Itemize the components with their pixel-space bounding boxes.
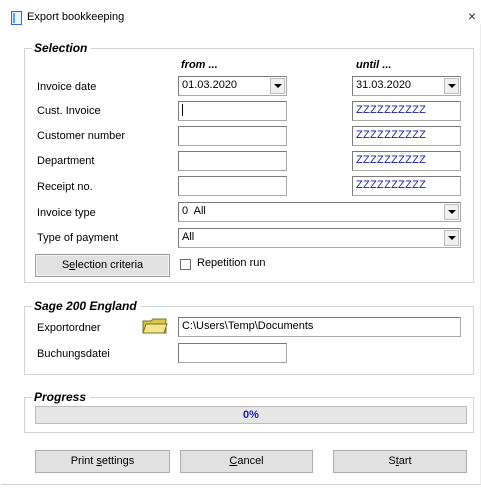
customer-number-label: Customer number xyxy=(37,130,126,142)
export-folder-label: Exportordner xyxy=(37,322,101,334)
invoice-date-until-combo[interactable]: 31.03.2020 xyxy=(352,76,461,96)
cancel-text-2: ancel xyxy=(237,455,264,467)
invoice-date-from-value: 01.03.2020 xyxy=(182,79,238,91)
invoice-type-label: Invoice type xyxy=(37,207,96,219)
booking-file-input[interactable] xyxy=(178,343,287,363)
selection-legend: Selection xyxy=(32,41,92,55)
department-from-input[interactable] xyxy=(178,151,287,171)
cust-invoice-until-input[interactable]: ZZZZZZZZZZ xyxy=(352,101,461,121)
print-settings-text-1: Print xyxy=(70,455,97,467)
customer-number-until-input[interactable]: ZZZZZZZZZZ xyxy=(352,126,461,146)
receipt-no-until-input[interactable]: ZZZZZZZZZZ xyxy=(352,176,461,196)
print-settings-text-2: ettings xyxy=(101,455,135,467)
from-column-header: from ... xyxy=(181,59,218,71)
customer-number-from-input[interactable] xyxy=(178,126,287,146)
chevron-down-icon[interactable] xyxy=(444,78,459,94)
chevron-down-icon[interactable] xyxy=(270,78,285,94)
until-column-header: until ... xyxy=(356,59,392,71)
invoice-date-from-combo[interactable]: 01.03.2020 xyxy=(178,76,287,96)
cust-invoice-label: Cust. Invoice xyxy=(37,105,101,117)
booking-file-label: Buchungsdatei xyxy=(37,348,110,360)
cust-invoice-from-input[interactable] xyxy=(178,101,287,121)
cancel-button[interactable]: Cancel xyxy=(180,450,313,473)
department-label: Department xyxy=(37,155,95,167)
invoice-date-until-value: 31.03.2020 xyxy=(356,79,412,91)
window-title: Export bookkeeping xyxy=(27,11,125,23)
folder-icon[interactable] xyxy=(142,317,168,334)
invoice-type-combo[interactable]: 0 All xyxy=(178,202,461,222)
repetition-run-checkbox[interactable] xyxy=(180,259,191,270)
chevron-down-icon[interactable] xyxy=(444,230,459,246)
text-cursor xyxy=(182,104,183,116)
start-button[interactable]: Start xyxy=(333,450,467,473)
chevron-down-icon[interactable] xyxy=(444,204,459,220)
type-of-payment-value: All xyxy=(182,231,195,243)
export-folder-input[interactable]: C:\Users\Temp\Documents xyxy=(178,317,461,337)
start-text-1: S xyxy=(388,455,396,467)
start-text-2: art xyxy=(398,455,412,467)
receipt-no-label: Receipt no. xyxy=(37,181,93,193)
invoice-date-label: Invoice date xyxy=(37,81,97,93)
repetition-run-label[interactable]: Repetition run xyxy=(197,257,266,269)
department-until-input[interactable]: ZZZZZZZZZZ xyxy=(352,151,461,171)
selection-criteria-button[interactable]: Selection criteria xyxy=(35,254,170,277)
print-settings-button[interactable]: Print settings xyxy=(35,450,170,473)
selection-criteria-text-2: lection criteria xyxy=(75,259,144,271)
type-of-payment-combo[interactable]: All xyxy=(178,228,461,248)
sage-legend: Sage 200 England xyxy=(32,299,141,313)
invoice-type-value: 0 All xyxy=(182,205,206,217)
progress-legend: Progress xyxy=(32,390,91,404)
close-icon[interactable]: × xyxy=(465,9,479,23)
app-window-icon xyxy=(11,11,22,25)
receipt-no-from-input[interactable] xyxy=(178,176,287,196)
type-of-payment-label: Type of payment xyxy=(37,232,119,244)
progress-bar: 0% xyxy=(35,406,467,424)
